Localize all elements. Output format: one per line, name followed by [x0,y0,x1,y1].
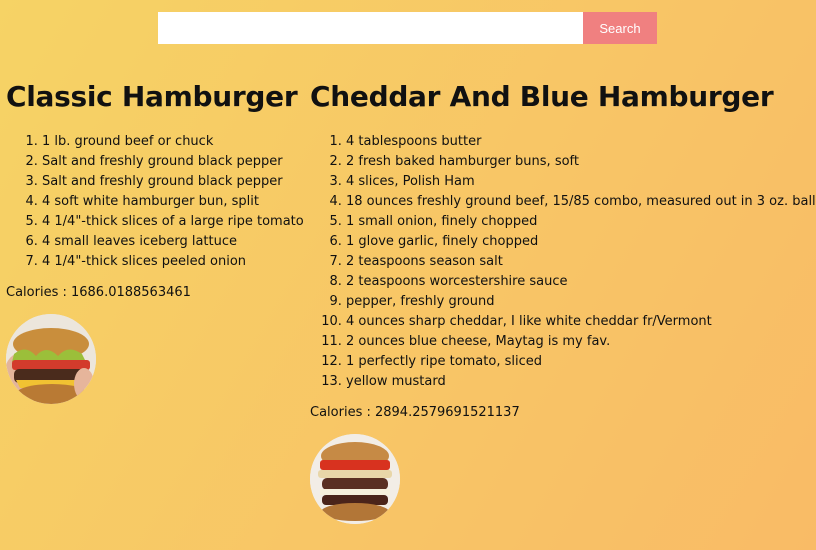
ingredient-item: 1 perfectly ripe tomato, sliced [346,352,816,372]
recipe-card-cheddar-and-blue-hamburger: Cheddar And Blue Hamburger 4 tablespoons… [310,80,816,524]
ingredient-item: Salt and freshly ground black pepper [42,172,304,192]
ingredient-item: 2 teaspoons worcestershire sauce [346,272,816,292]
recipe-photo [310,434,400,524]
search-bar: Search [158,12,657,44]
recipe-photo [6,314,96,404]
ingredient-item: Salt and freshly ground black pepper [42,152,304,172]
ingredient-item: 2 fresh baked hamburger buns, soft [346,152,816,172]
ingredient-item: 2 teaspoons season salt [346,252,816,272]
recipe-title: Classic Hamburger [6,80,298,113]
ingredient-item: 4 soft white hamburger bun, split [42,192,304,212]
ingredient-item: 4 tablespoons butter [346,132,816,152]
ingredient-list: 1 lb. ground beef or chuck Salt and fres… [6,132,304,272]
recipe-title: Cheddar And Blue Hamburger [310,80,774,113]
ingredient-item: 4 small leaves iceberg lattuce [42,232,304,252]
ingredient-list: 4 tablespoons butter 2 fresh baked hambu… [310,132,816,392]
search-button[interactable]: Search [583,12,657,44]
ingredient-item: 1 glove garlic, finely chopped [346,232,816,252]
recipe-card-classic-hamburger: Classic Hamburger 1 lb. ground beef or c… [6,80,304,404]
ingredient-item: pepper, freshly ground [346,292,816,312]
ingredient-item: yellow mustard [346,372,816,392]
search-input[interactable] [158,12,583,44]
ingredient-item: 4 1/4"-thick slices of a large ripe toma… [42,212,304,232]
ingredient-item: 18 ounces freshly ground beef, 15/85 com… [346,192,816,212]
ingredient-item: 1 small onion, finely chopped [346,212,816,232]
calories-label: Calories : 2894.2579691521137 [310,405,520,420]
ingredient-item: 1 lb. ground beef or chuck [42,132,304,152]
ingredient-item: 2 ounces blue cheese, Maytag is my fav. [346,332,816,352]
ingredient-item: 4 1/4"-thick slices peeled onion [42,252,304,272]
ingredient-item: 4 ounces sharp cheddar, I like white che… [346,312,816,332]
ingredient-item: 4 slices, Polish Ham [346,172,816,192]
burger-photo-illustration [310,434,400,524]
burger-photo-illustration [6,314,96,404]
calories-label: Calories : 1686.0188563461 [6,285,191,300]
